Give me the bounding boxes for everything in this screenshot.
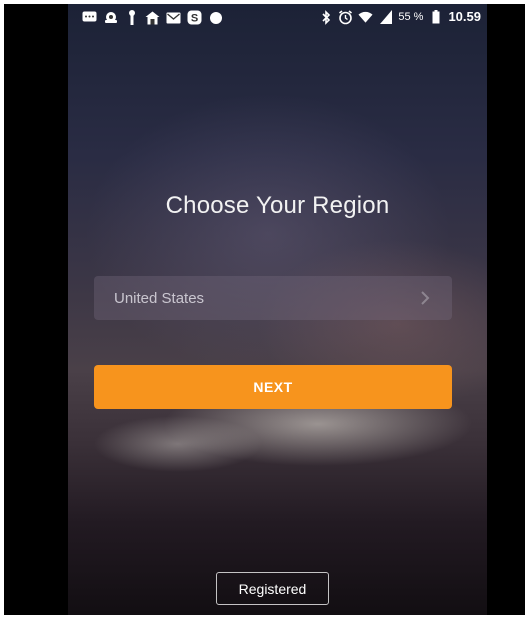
registered-button[interactable]: Registered <box>216 572 329 605</box>
notification-icons: S <box>82 10 223 25</box>
system-status: 55 % 10.59 <box>318 9 481 25</box>
clock: 10.59 <box>448 9 481 24</box>
device-frame: S 55 % 10.59 Choose Your Region United S… <box>4 4 525 615</box>
home-icon <box>145 10 160 25</box>
svg-text:S: S <box>191 13 198 25</box>
bluetooth-icon <box>318 9 333 25</box>
region-select-value: United States <box>114 289 205 307</box>
mail-icon <box>166 10 181 25</box>
next-button[interactable]: NEXT <box>94 365 452 409</box>
page-title: Choose Your Region <box>165 192 390 219</box>
dot-icon <box>208 10 223 25</box>
messages-icon <box>82 10 97 25</box>
battery-icon <box>428 10 443 25</box>
app-screen: S 55 % 10.59 Choose Your Region United S… <box>68 4 487 615</box>
wifi-icon <box>358 10 373 25</box>
alarm-icon <box>338 9 353 25</box>
signal-icon <box>378 10 393 25</box>
status-bar: S 55 % 10.59 <box>68 4 487 32</box>
usb-icon <box>124 10 139 25</box>
chevron-right-icon <box>420 291 430 305</box>
cloud-icon <box>103 10 118 25</box>
skype-icon: S <box>187 10 202 25</box>
region-select[interactable]: United States <box>94 276 452 320</box>
battery-percent: 55 % <box>398 11 424 23</box>
